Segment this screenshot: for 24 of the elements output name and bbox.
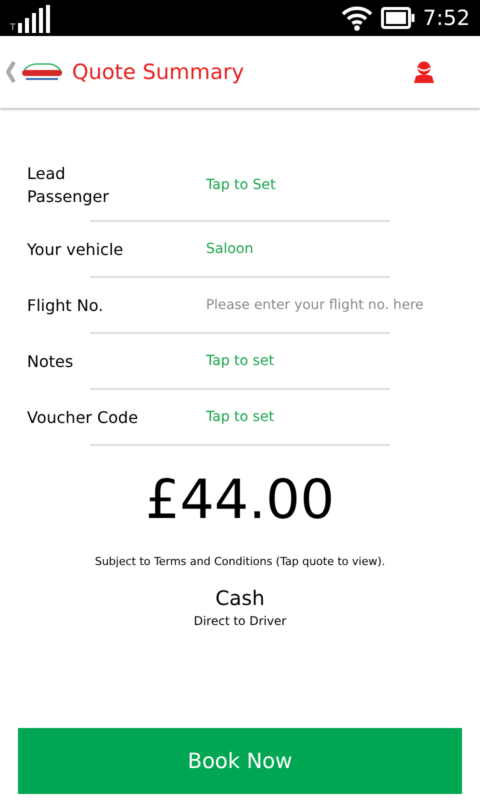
field-label: Flight No. [27,294,104,316]
clock: 7:52 [422,6,470,30]
back-icon[interactable] [6,61,16,83]
book-now-button[interactable]: Book Now [18,728,462,794]
user-icon[interactable] [413,61,435,83]
field-label: Your vehicle [27,238,124,260]
payment-detail: Direct to Driver [192,614,288,628]
field-label: Voucher Code [27,406,140,428]
terms-text: Subject to Terms and Conditions (Tap quote to view). [94,555,386,568]
logo-icon [20,61,64,83]
screen-title: Quote Summary [72,60,244,84]
set-link[interactable]: Tap to Set [206,177,276,193]
input-field[interactable]: Please enter your flight no. here [206,297,456,313]
set-link[interactable]: Tap to set [206,409,274,425]
set-link[interactable]: Saloon [206,241,254,257]
set-link[interactable]: Tap to set [206,353,274,369]
network-type: T [10,24,16,33]
battery-icon [380,7,415,29]
payment-method: Cash [214,586,266,610]
signal-icon [18,5,50,33]
price-text[interactable]: £44.00 [0,468,480,532]
field-label: Lead Passenger [27,163,110,208]
wifi-icon [340,5,373,31]
field-label: Notes [27,350,74,372]
